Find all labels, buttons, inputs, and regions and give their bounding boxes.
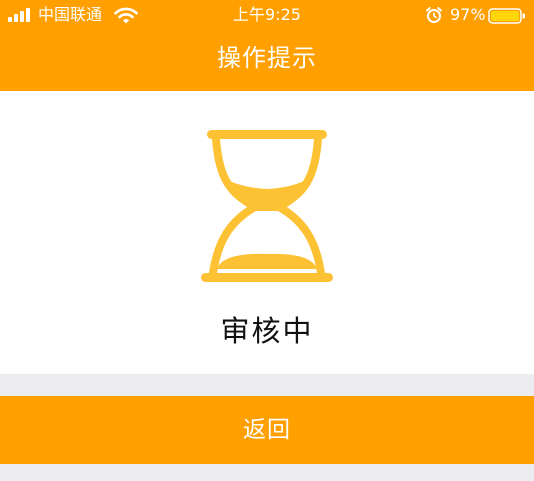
battery-icon [488, 8, 525, 24]
status-card: 审核中 [0, 91, 534, 374]
battery-percentage: 97% [450, 5, 486, 24]
hourglass-icon [201, 130, 333, 282]
status-bar: 中国联通 上午9:25 97% [0, 0, 534, 30]
app-header: 中国联通 上午9:25 97% 操作提示 [0, 0, 534, 91]
alarm-icon [426, 7, 442, 23]
page-title: 操作提示 [217, 44, 317, 72]
back-button[interactable]: 返回 [0, 396, 534, 464]
review-status-text: 审核中 [220, 314, 314, 348]
